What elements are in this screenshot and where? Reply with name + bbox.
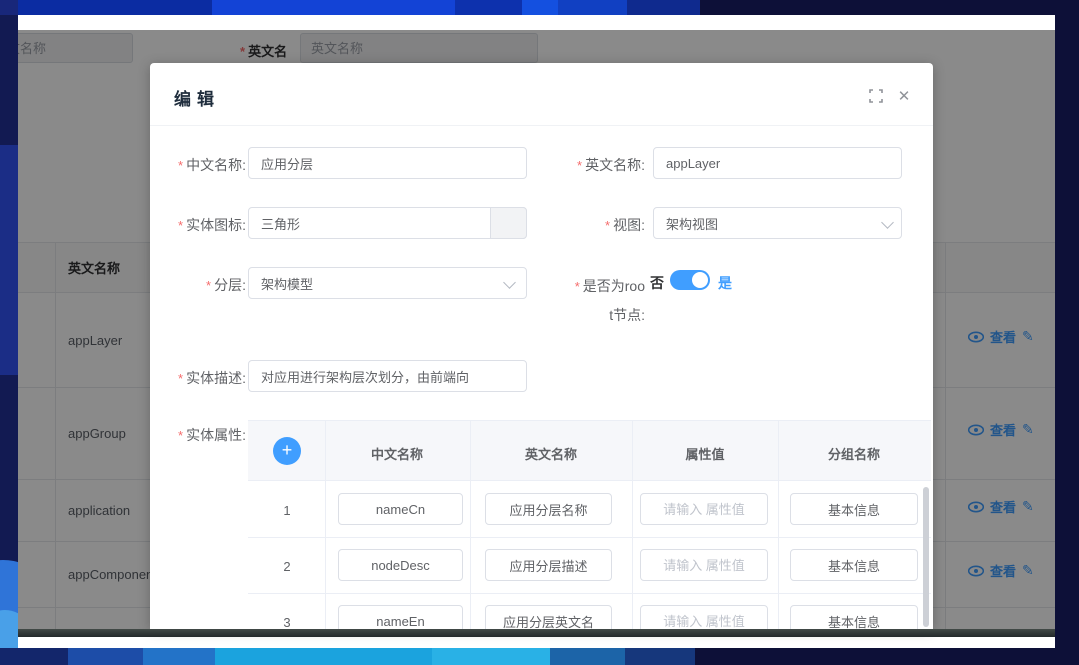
attribute-table: + 中文名称 英文名称 属性值 分组名称 1 2 3 (248, 420, 931, 629)
cn-name-label: *中文名称: (150, 155, 246, 175)
attr-group-input[interactable] (790, 605, 918, 629)
row-number: 2 (267, 559, 307, 574)
required-mark: * (206, 278, 211, 293)
decor-patch (0, 145, 18, 375)
edit-modal: 编辑 ✕ *中文名称: *英文名称: *实体图标: *视图: (150, 63, 933, 629)
row-number: 1 (267, 503, 307, 518)
entity-attrs-label: *实体属性: (150, 425, 246, 445)
view-select[interactable] (653, 207, 902, 239)
entity-desc-label: *实体描述: (150, 368, 246, 388)
toggle-knob (692, 272, 708, 288)
switch-on-text: 是 (718, 273, 732, 293)
required-mark: * (605, 218, 610, 233)
screenshot-bottom-bar (18, 629, 1055, 637)
cn-name-input[interactable] (248, 147, 527, 179)
divider (150, 125, 933, 126)
decor-curve (0, 610, 18, 648)
is-root-label: *是否为roo t节点: (549, 272, 645, 329)
is-root-toggle[interactable] (670, 270, 710, 290)
divider (470, 420, 471, 629)
icon-picker-suffix[interactable] (490, 207, 527, 239)
modal-title: 编辑 (174, 85, 220, 110)
col-header-group-name: 分组名称 (794, 444, 914, 463)
desktop-top-band (0, 0, 1079, 15)
col-header-en-name: 英文名称 (491, 444, 611, 463)
entity-icon-label: *实体图标: (150, 215, 246, 235)
table-scrollbar[interactable] (923, 487, 929, 627)
entity-desc-input[interactable] (248, 360, 527, 392)
required-mark: * (577, 158, 582, 173)
attr-cn-input[interactable] (338, 493, 463, 525)
col-header-attr-value: 属性值 (645, 444, 765, 463)
attr-group-input[interactable] (790, 493, 918, 525)
desktop-bottom-band (0, 648, 1079, 665)
attr-cn-input[interactable] (338, 549, 463, 581)
col-header-cn-name: 中文名称 (337, 444, 457, 463)
attr-value-input[interactable] (640, 605, 768, 629)
switch-off-text: 否 (650, 273, 664, 293)
layer-label: *分层: (150, 275, 246, 295)
required-mark: * (575, 279, 580, 294)
required-mark: * (178, 218, 183, 233)
divider (325, 420, 326, 629)
attr-cn-input[interactable] (338, 605, 463, 629)
desktop-left-band (0, 15, 18, 648)
divider (632, 420, 633, 629)
required-mark: * (178, 428, 183, 443)
divider (248, 593, 931, 594)
required-mark: * (178, 158, 183, 173)
attr-en-input[interactable] (485, 549, 612, 581)
close-icon[interactable]: ✕ (897, 89, 911, 103)
en-name-label: *英文名称: (549, 155, 645, 175)
view-label: *视图: (549, 215, 645, 235)
desktop-right-band (1055, 0, 1079, 665)
add-attribute-button[interactable]: + (273, 437, 301, 465)
attr-en-input[interactable] (485, 605, 612, 629)
entity-icon-input[interactable] (248, 207, 527, 239)
fullscreen-icon[interactable] (869, 89, 883, 103)
attr-group-input[interactable] (790, 549, 918, 581)
divider (778, 420, 779, 629)
attr-value-input[interactable] (640, 549, 768, 581)
en-name-input[interactable] (653, 147, 902, 179)
app-window: *英文名 英文名称 appLayer appGroup application … (18, 15, 1055, 648)
attr-value-input[interactable] (640, 493, 768, 525)
divider (248, 537, 931, 538)
required-mark: * (178, 371, 183, 386)
attr-en-input[interactable] (485, 493, 612, 525)
row-number: 3 (267, 615, 307, 629)
layer-select[interactable] (248, 267, 527, 299)
